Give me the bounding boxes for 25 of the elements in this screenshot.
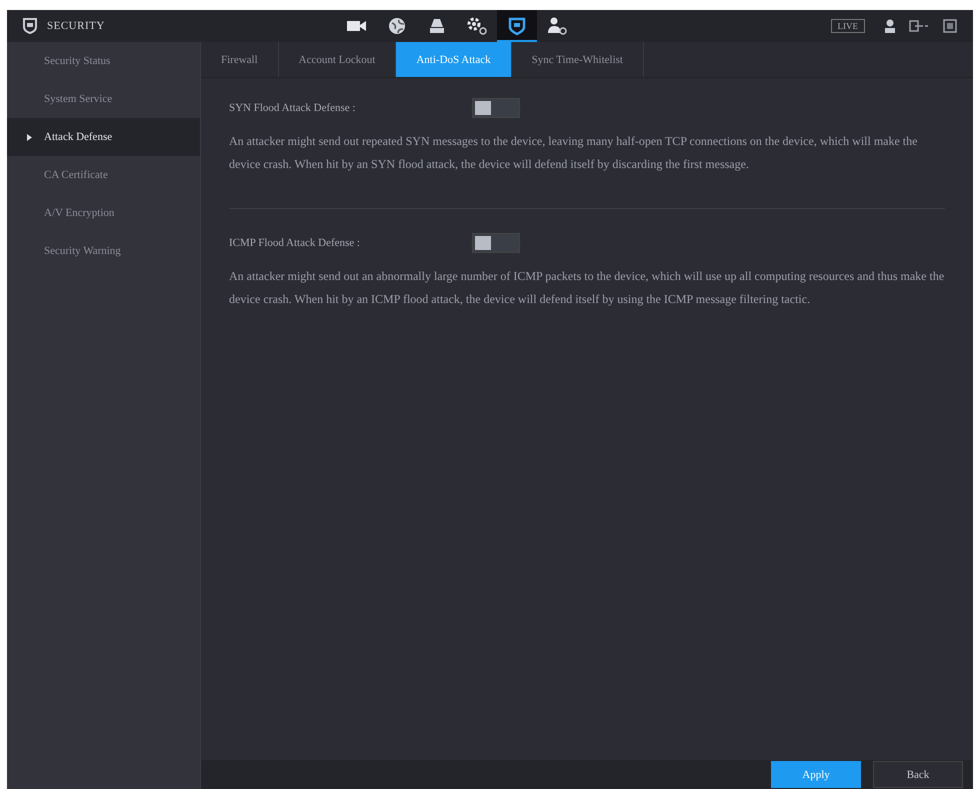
shield-icon [21, 17, 39, 35]
description-text: An attacker might send out an abnormally large number of ICMP packets to the device, which will use up all computing resources and thus make the device crash. When hit by an ICMP flood attack, the device will defend itself by using the ICMP message filtering tactic. [229, 268, 945, 308]
description-text: An attacker might send out repeated SYN messages to the device, leaving many half-open TCP connections on the device, which will make the device crash. When hit by an SYN flood attack, the device will defend itself by discarding the first message. [229, 133, 918, 173]
back-button[interactable]: Back [873, 761, 963, 788]
setting-label: SYN Flood Attack Defense : [229, 102, 356, 114]
toggle-switch[interactable] [472, 98, 520, 118]
live-button[interactable]: LIVE [830, 19, 865, 33]
sidebar-item[interactable]: Security Status [7, 42, 200, 80]
apply-button[interactable]: Apply [771, 761, 861, 788]
tab[interactable]: Anti-DoS Attack [396, 42, 512, 77]
sidebar-item[interactable]: System Service [7, 80, 200, 118]
caret-icon [27, 134, 32, 140]
window-icon[interactable] [943, 19, 957, 33]
setting-label: ICMP Flood Attack Defense : [229, 237, 361, 249]
user-icon[interactable] [883, 18, 897, 34]
sidebar-item[interactable]: A/V Encryption [7, 194, 200, 232]
tab[interactable]: Firewall [201, 42, 279, 77]
logout-icon[interactable] [909, 19, 931, 33]
nav-icon[interactable] [497, 10, 537, 42]
tab[interactable]: Sync Time-Whitelist [512, 42, 644, 77]
sidebar-item[interactable]: Security Warning [7, 232, 200, 270]
toggle-switch[interactable] [472, 233, 520, 253]
sidebar-item[interactable]: Attack Defense [7, 118, 200, 156]
sidebar-item[interactable]: CA Certificate [7, 156, 200, 194]
page-title: SECURITY [47, 20, 105, 32]
